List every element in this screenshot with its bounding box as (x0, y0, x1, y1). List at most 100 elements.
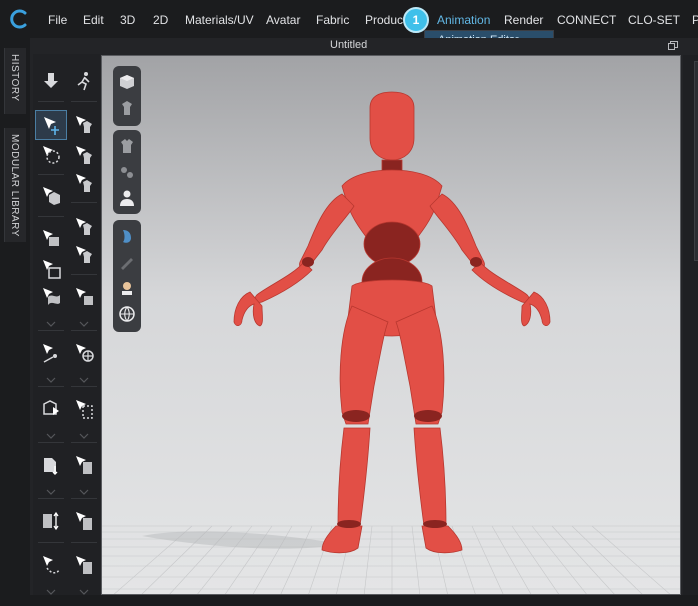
expand-chevron-icon[interactable] (79, 482, 89, 495)
menu-overflow-item[interactable]: P (692, 13, 698, 27)
pose-point-tool[interactable] (68, 282, 100, 312)
menu-product[interactable]: Product (365, 13, 406, 27)
garment-icon[interactable] (117, 136, 137, 156)
avatar-fit-icon (43, 511, 59, 531)
tack-tool[interactable] (35, 282, 67, 312)
menu-connect[interactable]: CONNECT (557, 13, 616, 27)
status-bar (0, 595, 698, 606)
walk-pose-tool[interactable] (68, 66, 100, 96)
menu-3d[interactable]: 3D (120, 13, 135, 27)
layer-tool[interactable] (68, 450, 100, 480)
fixed-pin-tool[interactable] (68, 394, 100, 424)
fold-arrangement-icon (43, 230, 59, 246)
measure-tool[interactable] (35, 450, 67, 480)
menu-avatar[interactable]: Avatar (266, 13, 300, 27)
pose-point-icon (76, 288, 93, 305)
arrow-down-tool[interactable] (35, 66, 67, 96)
tab-modular-library[interactable]: MODULAR LIBRARY (4, 128, 26, 242)
fabric-icon[interactable] (117, 162, 137, 182)
menu-edit[interactable]: Edit (83, 13, 104, 27)
fabric-adjust-tool[interactable] (35, 394, 67, 424)
tool-column-left (35, 54, 67, 606)
avatar-fit-tool[interactable] (35, 506, 67, 536)
transform-pattern-icon (43, 146, 60, 164)
skin-icon[interactable] (117, 226, 137, 246)
expand-chevron-icon[interactable] (79, 426, 89, 439)
menu-clo-set[interactable]: CLO-SET (628, 13, 680, 27)
select-mesh-tool[interactable] (35, 181, 67, 211)
attach-icon (76, 174, 92, 192)
fabric-adjust-icon (43, 400, 59, 415)
x-ray-joint-tool[interactable] (68, 338, 100, 368)
x-ray-joint-icon (76, 344, 94, 362)
menu-materials-uv[interactable]: Materials/UV (185, 13, 254, 27)
select-move-icon (44, 117, 59, 135)
menu-file[interactable]: File (48, 13, 67, 27)
document-title-bar: Untitled (0, 38, 698, 54)
expand-chevron-icon[interactable] (46, 426, 56, 439)
expand-chevron-icon[interactable] (46, 582, 56, 595)
pin-tool[interactable] (35, 254, 67, 284)
side-tab-strip: HISTORY MODULAR LIBRARY (0, 38, 30, 606)
menu-bar: File Edit 3D 2D Materials/UV Avatar Fabr… (0, 0, 698, 38)
clo-logo-icon[interactable] (10, 9, 30, 29)
strap-icon (43, 344, 57, 363)
button-tool[interactable] (68, 550, 100, 580)
sewing-line-icon (43, 556, 60, 574)
tab-history-label: HISTORY (9, 54, 20, 102)
tab-history[interactable]: HISTORY (4, 48, 26, 114)
avatar-icon[interactable] (117, 188, 137, 208)
fold-tool[interactable] (68, 506, 100, 536)
tack-icon (43, 288, 60, 305)
panel-border (694, 61, 698, 261)
avatar-model[interactable] (102, 56, 681, 595)
clo-app-window: File Edit 3D 2D Materials/UV Avatar Fabr… (0, 0, 698, 606)
select-move-tool[interactable] (35, 110, 67, 140)
expand-chevron-icon[interactable] (46, 370, 56, 383)
expand-chevron-icon[interactable] (46, 482, 56, 495)
needle-icon[interactable] (117, 252, 137, 272)
tool-column-right (68, 54, 100, 606)
property-panel-edge (683, 55, 698, 595)
viewport-avatar-group (113, 220, 141, 332)
fold-icon (76, 512, 92, 530)
pin-icon (43, 260, 61, 279)
expand-chevron-icon[interactable] (79, 314, 89, 327)
button-icon (76, 556, 92, 574)
viewport-garment-group (113, 130, 141, 214)
attach-tool[interactable] (68, 168, 100, 198)
arrangement-icon (76, 146, 92, 164)
arrow-down-icon (44, 73, 58, 88)
strap-tool[interactable] (35, 338, 67, 368)
menu-animation[interactable]: Animation (437, 13, 490, 27)
sewing-line-tool[interactable] (35, 550, 67, 580)
restore-window-icon[interactable] (668, 41, 678, 50)
elastic-tool[interactable] (68, 212, 100, 242)
fixed-pin-icon (76, 400, 93, 419)
fold-arrangement-tool[interactable] (35, 224, 67, 254)
viewport-display-group (113, 66, 141, 126)
garment-fit-tool[interactable] (68, 110, 100, 140)
3d-viewport[interactable] (101, 55, 681, 595)
expand-chevron-icon[interactable] (46, 314, 56, 327)
avatar-display-icon[interactable] (117, 98, 137, 118)
transform-pattern-tool[interactable] (35, 140, 67, 170)
measure-icon (44, 458, 58, 475)
menu-fabric[interactable]: Fabric (316, 13, 349, 27)
globe-icon[interactable] (117, 304, 137, 324)
3d-tool-bar (33, 54, 100, 606)
tape-icon (76, 246, 92, 263)
garment-fit-icon (76, 116, 92, 133)
cube-display-icon[interactable] (117, 72, 137, 92)
select-mesh-icon (43, 187, 60, 205)
menu-2d[interactable]: 2D (153, 13, 168, 27)
texture-icon[interactable] (117, 278, 137, 298)
expand-chevron-icon[interactable] (79, 370, 89, 383)
tab-modular-library-label: MODULAR LIBRARY (9, 134, 20, 237)
arrangement-tool[interactable] (68, 140, 100, 170)
walk-pose-icon (77, 72, 90, 91)
layer-icon (76, 456, 92, 474)
menu-render[interactable]: Render (504, 13, 543, 27)
expand-chevron-icon[interactable] (79, 582, 89, 595)
tape-tool[interactable] (68, 240, 100, 270)
